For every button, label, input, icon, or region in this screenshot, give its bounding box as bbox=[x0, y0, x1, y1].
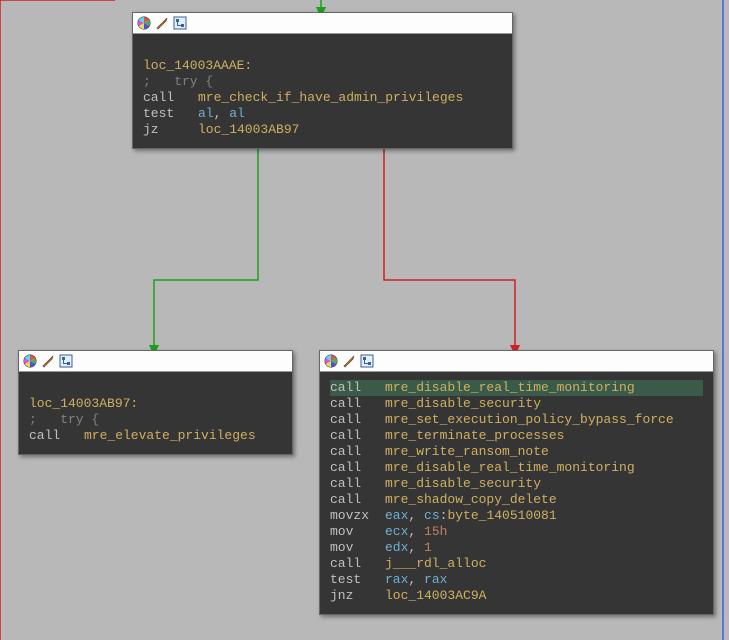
code-line[interactable]: jzloc_14003AB97 bbox=[143, 122, 502, 138]
code-line[interactable]: ; try { bbox=[29, 412, 282, 428]
code-line[interactable]: callmre_disable_security bbox=[330, 396, 703, 412]
token-func: mre_disable_security bbox=[385, 476, 541, 491]
token-reg: ecx bbox=[385, 524, 408, 539]
token-func: mre_shadow_copy_delete bbox=[385, 492, 557, 507]
token-mnemonic: call bbox=[330, 460, 385, 476]
token-num: 15h bbox=[424, 524, 447, 539]
token-punct: , bbox=[408, 524, 424, 539]
group-icon[interactable] bbox=[360, 354, 374, 368]
code-line[interactable]: callmre_disable_real_time_monitoring bbox=[330, 460, 703, 476]
token-num: 1 bbox=[424, 540, 432, 555]
token-mnemonic: call bbox=[330, 412, 385, 428]
code-line[interactable]: callmre_check_if_have_admin_privileges bbox=[143, 90, 502, 106]
token-func: byte_140510081 bbox=[447, 508, 556, 523]
token-func: mre_write_ransom_note bbox=[385, 444, 549, 459]
code-line[interactable]: loc_14003AAAE: bbox=[143, 58, 502, 74]
bb-node-right[interactable]: callmre_disable_real_time_monitoringcall… bbox=[319, 350, 714, 615]
color-wheel-icon[interactable] bbox=[137, 16, 151, 30]
node-header[interactable] bbox=[133, 13, 512, 34]
code-line[interactable]: callmre_elevate_privileges bbox=[29, 428, 282, 444]
code-line[interactable]: callmre_disable_security bbox=[330, 476, 703, 492]
token-func: mre_disable_real_time_monitoring bbox=[385, 380, 635, 395]
token-func: j___rdl_alloc bbox=[385, 556, 486, 571]
code-line[interactable]: callmre_write_ransom_note bbox=[330, 444, 703, 460]
bb-node-top[interactable]: loc_14003AAAE:; try {callmre_check_if_ha… bbox=[132, 12, 513, 149]
token-mnemonic: test bbox=[143, 106, 198, 122]
code-line[interactable]: ; try { bbox=[143, 74, 502, 90]
code-line[interactable]: callmre_shadow_copy_delete bbox=[330, 492, 703, 508]
token-mnemonic: movzx bbox=[330, 508, 385, 524]
token-punct: , bbox=[408, 572, 424, 587]
token-mnemonic: call bbox=[29, 428, 84, 444]
token-func: mre_elevate_privileges bbox=[84, 428, 256, 443]
token-func: mre_disable_real_time_monitoring bbox=[385, 460, 635, 475]
token-reg: edx bbox=[385, 540, 408, 555]
code-line[interactable]: movzxeax, cs:byte_140510081 bbox=[330, 508, 703, 524]
group-icon[interactable] bbox=[59, 354, 73, 368]
code-line[interactable]: testrax, rax bbox=[330, 572, 703, 588]
code-line[interactable]: callmre_set_execution_policy_bypass_forc… bbox=[330, 412, 703, 428]
flow-edge bbox=[154, 140, 258, 350]
code-line[interactable] bbox=[143, 42, 502, 58]
token-func: mre_check_if_have_admin_privileges bbox=[198, 90, 463, 105]
token-comment: ; try { bbox=[29, 412, 99, 427]
flow-edge bbox=[384, 140, 515, 350]
token-punct: , bbox=[214, 106, 230, 121]
token-mnemonic: call bbox=[330, 476, 385, 492]
token-mnemonic: call bbox=[143, 90, 198, 106]
code-line[interactable]: callmre_terminate_processes bbox=[330, 428, 703, 444]
token-comment: ; try { bbox=[143, 74, 213, 89]
token-func: loc_14003AC9A bbox=[385, 588, 486, 603]
node-body: loc_14003AB97:; try {callmre_elevate_pri… bbox=[19, 372, 292, 454]
code-line[interactable]: callj___rdl_alloc bbox=[330, 556, 703, 572]
token-reg: eax bbox=[385, 508, 408, 523]
code-line[interactable]: testal, al bbox=[143, 106, 502, 122]
code-line[interactable]: movecx, 15h bbox=[330, 524, 703, 540]
token-func: loc_14003AB97 bbox=[198, 122, 299, 137]
token-mnemonic: call bbox=[330, 492, 385, 508]
token-reg: rax bbox=[424, 572, 447, 587]
token-reg: cs bbox=[424, 508, 440, 523]
code-line[interactable]: loc_14003AB97: bbox=[29, 396, 282, 412]
flow-edge bbox=[0, 0, 115, 640]
token-reg: al bbox=[198, 106, 214, 121]
token-mnemonic: jnz bbox=[330, 588, 385, 604]
token-mnemonic: call bbox=[330, 444, 385, 460]
token-func: mre_set_execution_policy_bypass_force bbox=[385, 412, 674, 427]
token-reg: al bbox=[229, 106, 245, 121]
token-func: mre_terminate_processes bbox=[385, 428, 564, 443]
token-reg: rax bbox=[385, 572, 408, 587]
token-mnemonic: call bbox=[330, 428, 385, 444]
code-line[interactable] bbox=[29, 380, 282, 396]
node-body: callmre_disable_real_time_monitoringcall… bbox=[320, 372, 713, 614]
color-wheel-icon[interactable] bbox=[324, 354, 338, 368]
token-mnemonic: mov bbox=[330, 524, 385, 540]
token-mnemonic: mov bbox=[330, 540, 385, 556]
token-punct: , bbox=[408, 540, 424, 555]
code-line[interactable]: callmre_disable_real_time_monitoring bbox=[330, 380, 703, 396]
brush-icon[interactable] bbox=[342, 354, 356, 368]
bb-node-left[interactable]: loc_14003AB97:; try {callmre_elevate_pri… bbox=[18, 350, 293, 455]
token-mnemonic: jz bbox=[143, 122, 198, 138]
token-mnemonic: call bbox=[330, 396, 385, 412]
token-punct: , bbox=[408, 508, 424, 523]
group-icon[interactable] bbox=[173, 16, 187, 30]
color-wheel-icon[interactable] bbox=[23, 354, 37, 368]
node-header[interactable] bbox=[19, 351, 292, 372]
token-label: loc_14003AB97: bbox=[29, 396, 138, 411]
brush-icon[interactable] bbox=[155, 16, 169, 30]
token-mnemonic: call bbox=[330, 556, 385, 572]
token-func: mre_disable_security bbox=[385, 396, 541, 411]
code-line[interactable]: movedx, 1 bbox=[330, 540, 703, 556]
code-line[interactable]: jnzloc_14003AC9A bbox=[330, 588, 703, 604]
token-mnemonic: call bbox=[330, 380, 385, 396]
token-label: loc_14003AAAE: bbox=[143, 58, 252, 73]
node-body: loc_14003AAAE:; try {callmre_check_if_ha… bbox=[133, 34, 512, 148]
brush-icon[interactable] bbox=[41, 354, 55, 368]
graph-canvas[interactable]: loc_14003AAAE:; try {callmre_check_if_ha… bbox=[0, 0, 729, 640]
node-header[interactable] bbox=[320, 351, 713, 372]
token-mnemonic: test bbox=[330, 572, 385, 588]
